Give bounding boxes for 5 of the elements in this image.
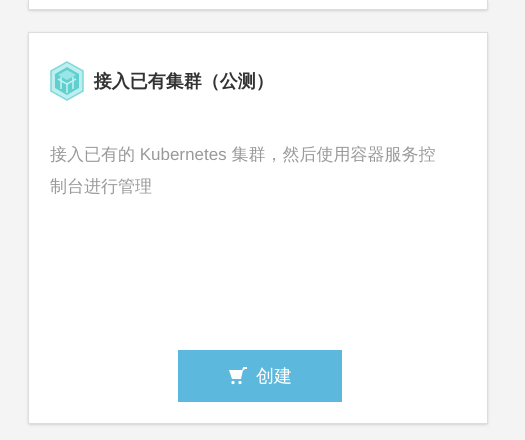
create-button[interactable]: 创建 <box>178 350 342 402</box>
cube-icon <box>50 61 84 101</box>
cart-icon <box>228 367 248 385</box>
card-title: 接入已有集群（公测） <box>94 70 274 92</box>
card-description: 接入已有的 Kubernetes 集群，然后使用容器服务控制台进行管理 <box>50 144 436 198</box>
